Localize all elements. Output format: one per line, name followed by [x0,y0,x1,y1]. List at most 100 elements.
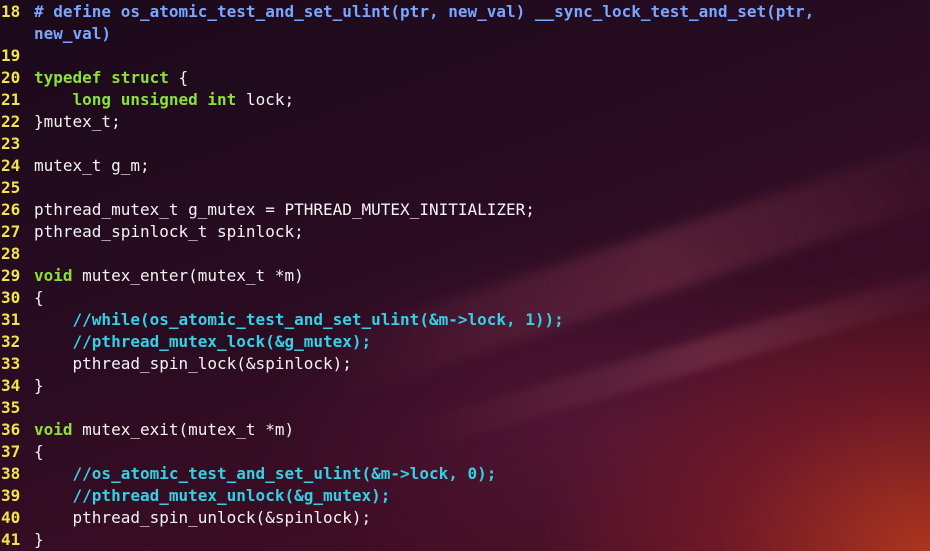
code-text: void mutex_enter(mutex_t *m) [34,265,930,287]
code-text: //while(os_atomic_test_and_set_ulint(&m-… [34,309,930,331]
code-text: } [34,375,930,397]
line-number: 39 [1,486,21,505]
code-text: } [34,529,930,551]
code-line[interactable]: 19 [0,45,930,67]
text-token: { [168,68,189,87]
comment-token: //while(os_atomic_test_and_set_ulint(&m-… [72,310,564,329]
code-text: pthread_mutex_t g_mutex = PTHREAD_MUTEX_… [34,199,930,221]
keyword-token: unsigned [120,90,198,109]
code-text: new_val) [34,23,930,45]
code-line[interactable]: new_val) [0,23,930,45]
code-line[interactable]: 28 [0,243,930,265]
text-token: { [34,288,44,307]
text-token: } [34,376,44,395]
comment-token: //os_atomic_test_and_set_ulint(&m->lock,… [72,464,497,483]
line-number: 35 [1,398,21,417]
code-line[interactable]: 38 //os_atomic_test_and_set_ulint(&m->lo… [0,463,930,485]
code-line[interactable]: 40 pthread_spin_unlock(&spinlock); [0,507,930,529]
line-number: 25 [1,178,21,197]
line-number: 41 [1,530,21,549]
code-line[interactable]: 20 typedef struct { [0,67,930,89]
code-line[interactable]: 34} [0,375,930,397]
line-number: 32 [1,332,21,351]
code-text: pthread_spinlock_t spinlock; [34,221,930,243]
text-token: lock; [236,90,295,109]
code-line[interactable]: 24 mutex_t g_m; [0,155,930,177]
line-number: 23 [1,134,21,153]
code-text: pthread_spin_unlock(&spinlock); [34,507,930,529]
comment-token: //pthread_mutex_unlock(&g_mutex); [72,486,391,505]
code-text: pthread_spin_lock(&spinlock); [34,353,930,375]
code-line[interactable]: 30 { [0,287,930,309]
code-text: # define os_atomic_test_and_set_ulint(pt… [34,1,930,23]
text-token: }mutex_t; [34,112,121,131]
line-number: 33 [1,354,21,373]
keyword-token: int [207,90,237,109]
code-line[interactable]: 23 [0,133,930,155]
code-text: void mutex_exit(mutex_t *m) [34,419,930,441]
code-text: long unsigned int lock; [34,89,930,111]
text-token: pthread_mutex_t g_mutex = PTHREAD_MUTEX_… [34,200,535,219]
code-line[interactable]: 22 }mutex_t; [0,111,930,133]
line-number: 19 [1,46,21,65]
line-number: 22 [1,112,21,131]
text-token: mutex_t g_m; [34,156,150,175]
line-number [0,23,34,45]
code-text: }mutex_t; [34,111,930,133]
code-text: mutex_t g_m; [34,155,930,177]
keyword-token: typedef [34,68,102,87]
text-token: pthread_spin_unlock(&spinlock); [34,508,372,527]
text-token: { [34,442,44,461]
keyword-token: long [72,90,112,109]
code-line[interactable]: 29 void mutex_enter(mutex_t *m) [0,265,930,287]
preprocessor-token: # define os_atomic_test_and_set_ulint(pt… [34,2,815,21]
text-token: pthread_spinlock_t spinlock; [34,222,304,241]
code-line[interactable]: 32 //pthread_mutex_lock(&g_mutex); [0,331,930,353]
code-line[interactable]: 33 pthread_spin_lock(&spinlock); [0,353,930,375]
line-number: 37 [1,442,21,461]
code-text: //pthread_mutex_lock(&g_mutex); [34,331,930,353]
code-line[interactable]: 41} [0,529,930,551]
code-line[interactable]: 35 [0,397,930,419]
code-editor[interactable]: 18 # define os_atomic_test_and_set_ulint(… [0,0,930,551]
keyword-token: void [34,266,73,285]
keyword-token: struct [111,68,169,87]
keyword-token: void [34,420,73,439]
text-token: mutex_enter(mutex_t *m) [72,266,304,285]
text-token: } [34,530,44,549]
line-number: 26 [1,200,21,219]
line-number: 34 [1,376,21,395]
code-text: { [34,287,930,309]
code-line[interactable]: 21 long unsigned int lock; [0,89,930,111]
code-line[interactable]: 26 pthread_mutex_t g_mutex = PTHREAD_MUTE… [0,199,930,221]
line-number: 40 [1,508,21,527]
code-line[interactable]: 39 //pthread_mutex_unlock(&g_mutex); [0,485,930,507]
line-number: 24 [1,156,21,175]
comment-token: //pthread_mutex_lock(&g_mutex); [72,332,372,351]
code-line[interactable]: 18 # define os_atomic_test_and_set_ulint(… [0,1,930,23]
line-number: 36 [1,420,21,439]
code-line[interactable]: 25 [0,177,930,199]
code-line[interactable]: 36 void mutex_exit(mutex_t *m) [0,419,930,441]
line-number: 30 [1,288,21,307]
code-line[interactable]: 31 //while(os_atomic_test_and_set_ulint(… [0,309,930,331]
code-line[interactable]: 37 { [0,441,930,463]
line-number: 38 [1,464,21,483]
preprocessor-token: new_val) [34,24,112,43]
code-line[interactable]: 27 pthread_spinlock_t spinlock; [0,221,930,243]
text-token: mutex_exit(mutex_t *m) [72,420,295,439]
line-number: 29 [1,266,21,285]
line-number: 31 [1,310,21,329]
